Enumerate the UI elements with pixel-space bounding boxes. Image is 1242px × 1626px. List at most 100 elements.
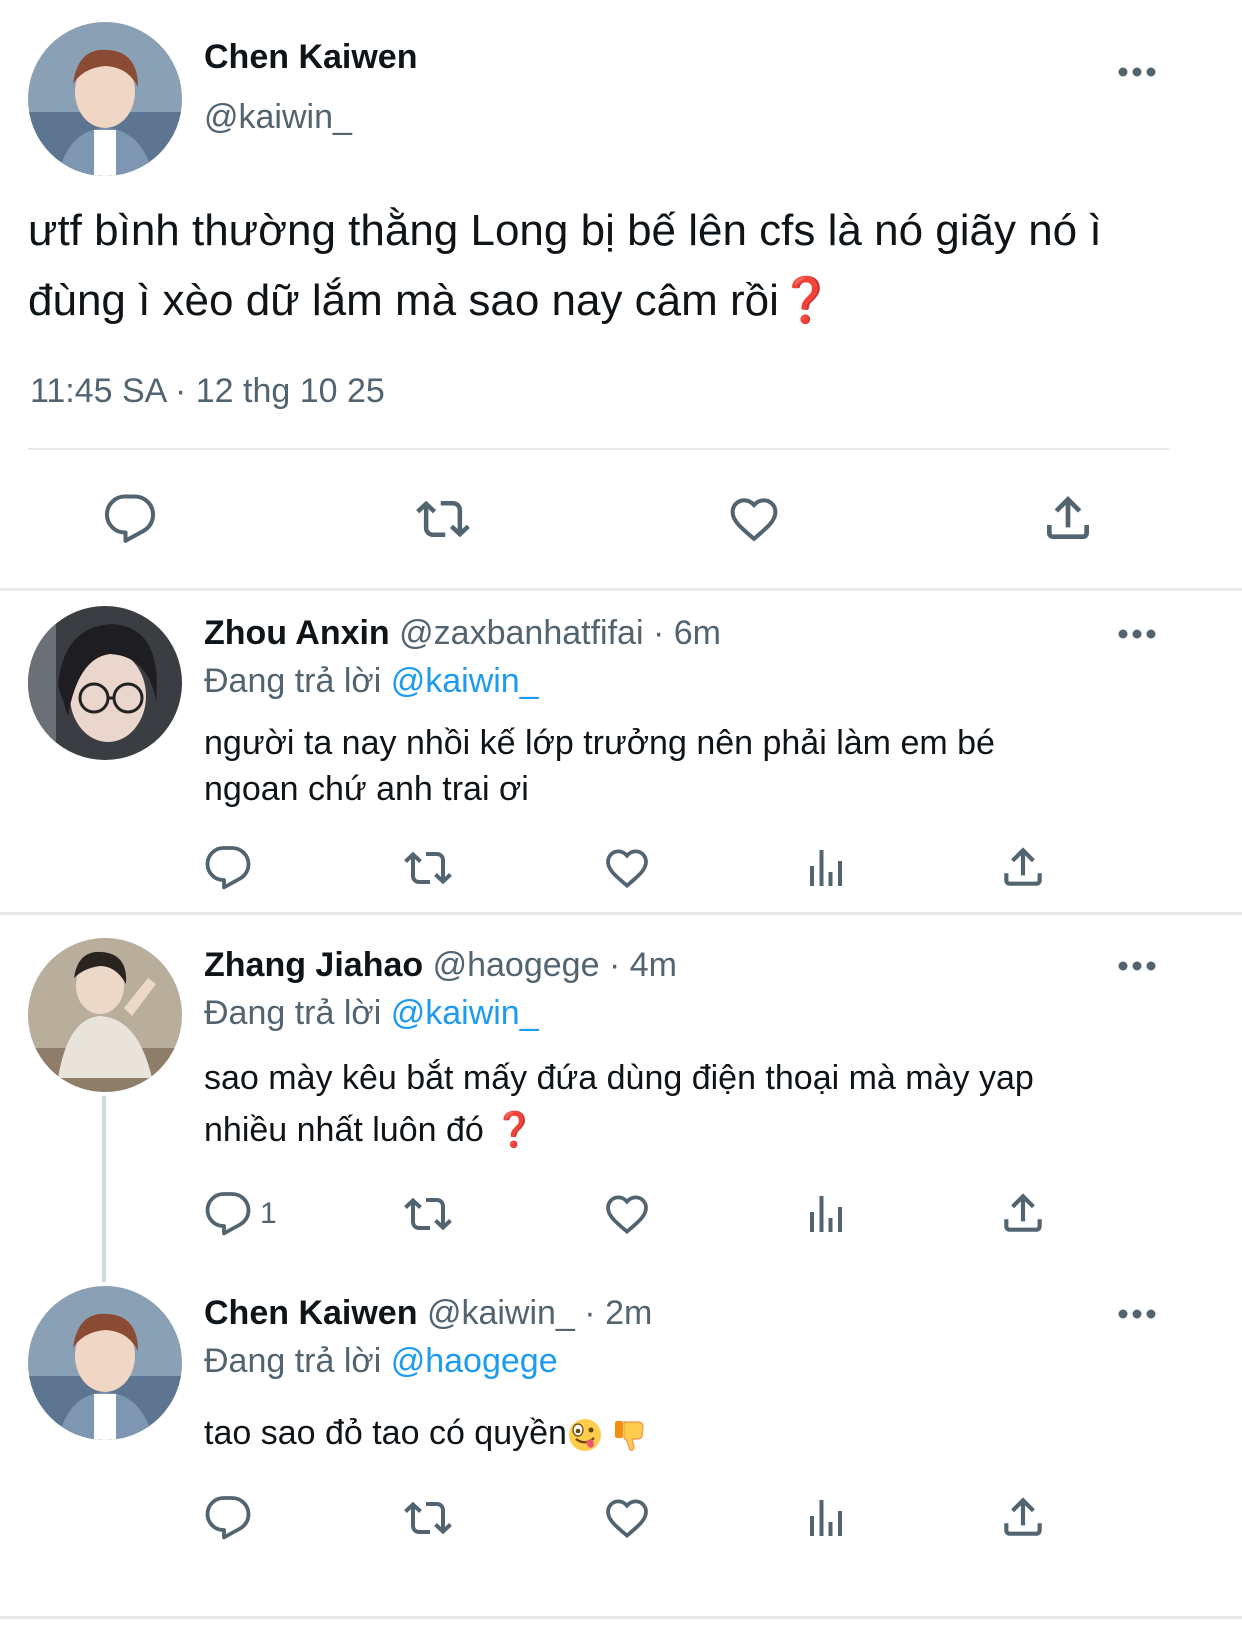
reply-2-header: Zhang Jiahao @haogege · 4m	[204, 946, 677, 985]
main-timestamp[interactable]: 11:45 SA · 12 thg 10 25	[30, 372, 385, 411]
reply-3-time[interactable]: 2m	[605, 1294, 652, 1332]
reply-2-replying-handle[interactable]: @kaiwin_	[391, 994, 539, 1032]
avatar-reply-1[interactable]	[28, 606, 182, 760]
retweet-icon	[404, 1501, 452, 1535]
reply-3-divider	[0, 1616, 1242, 1619]
reply-2-text-line2: nhiều nhất luôn đó	[204, 1111, 484, 1149]
question-emoji: ❓	[778, 276, 834, 325]
reply-2-reply-count: 1	[260, 1197, 277, 1230]
share-icon	[1004, 1497, 1042, 1536]
reply-1-replying-handle[interactable]: @kaiwin_	[391, 662, 539, 700]
views-icon	[810, 1196, 842, 1232]
reply-3-retweet-button[interactable]	[400, 1494, 456, 1542]
reply-3-text-line1: tao sao đỏ tao có quyền	[204, 1414, 567, 1452]
reply-icon	[205, 1496, 251, 1540]
main-share-button[interactable]	[1040, 490, 1096, 546]
reply-2-text-line2-wrap: nhiều nhất luôn đó ❓	[204, 1104, 1034, 1156]
reply-1-views-button[interactable]	[802, 844, 850, 892]
avatar-reply-3[interactable]	[28, 1286, 182, 1440]
views-icon	[810, 1500, 842, 1536]
zany-face-emoji	[568, 1419, 601, 1452]
like-icon	[606, 1499, 648, 1539]
reply-3-header: Chen Kaiwen @kaiwin_ · 2m	[204, 1294, 652, 1333]
reply-1-separator: ·	[652, 614, 665, 652]
main-bottom-divider	[0, 588, 1242, 591]
main-more-icon[interactable]	[1117, 66, 1157, 78]
reply-icon	[205, 846, 251, 890]
reply-2-author-name[interactable]: Zhang Jiahao	[204, 946, 423, 984]
question-emoji: ❓	[493, 1111, 536, 1149]
reply-3-views-button[interactable]	[802, 1494, 850, 1542]
thumbs-down-emoji	[615, 1421, 645, 1451]
reply-1-author-name[interactable]: Zhou Anxin	[204, 614, 390, 652]
reply-1-replying-prefix: Đang trả lời	[204, 662, 382, 700]
reply-2-more-icon[interactable]	[1117, 960, 1157, 972]
reply-2-separator: ·	[608, 946, 621, 984]
main-author-name[interactable]: Chen Kaiwen	[204, 38, 417, 77]
reply-1-text-line2: ngoan chứ anh trai ơi	[204, 770, 529, 808]
thread-line	[102, 1096, 106, 1282]
main-retweet-button[interactable]	[412, 492, 474, 546]
reply-2-like-button[interactable]	[602, 1190, 652, 1238]
reply-2-views-button[interactable]	[802, 1190, 850, 1238]
retweet-icon	[416, 500, 470, 538]
like-icon	[606, 1195, 648, 1235]
reply-1-text-line1: người ta nay nhồi kế lớp trưởng nên phải…	[204, 724, 995, 762]
reply-1-text: người ta nay nhồi kế lớp trưởng nên phải…	[204, 720, 995, 812]
avatar-zhou-anxin-icon	[28, 606, 182, 760]
reply-2-text-line1: sao mày kêu bắt mấy đứa dùng điện thoại …	[204, 1059, 1034, 1097]
retweet-icon	[404, 851, 452, 885]
reply-3-reply-button[interactable]	[204, 1494, 252, 1542]
main-like-button[interactable]	[726, 492, 782, 546]
reply-2-replying-prefix: Đang trả lời	[204, 994, 382, 1032]
avatar-reply-2[interactable]	[28, 938, 182, 1092]
main-tweet-text-body: ưtf bình thường thằng Long bị bế lên cfs…	[28, 206, 1102, 325]
avatar-chen-kaiwen-icon	[28, 22, 182, 176]
views-icon	[810, 850, 842, 886]
reply-icon	[205, 1192, 251, 1236]
reply-3-handle[interactable]: @kaiwin_	[427, 1294, 575, 1332]
reply-3-text: tao sao đỏ tao có quyền	[204, 1410, 648, 1456]
reply-3-more-icon[interactable]	[1117, 1308, 1157, 1320]
reply-3-share-button[interactable]	[998, 1492, 1048, 1542]
main-author-handle[interactable]: @kaiwin_	[204, 98, 352, 137]
reply-3-separator: ·	[584, 1294, 596, 1332]
reply-1-time[interactable]: 6m	[674, 614, 721, 652]
reply-3-author-name[interactable]: Chen Kaiwen	[204, 1294, 417, 1332]
reply-1-handle[interactable]: @zaxbanhatfifai	[399, 614, 643, 652]
main-time: 11:45 SA	[30, 372, 166, 410]
main-date: 12 thg 10 25	[195, 372, 385, 410]
avatar-main[interactable]	[28, 22, 182, 176]
reply-2-time[interactable]: 4m	[630, 946, 677, 984]
main-tweet-text: ưtf bình thường thằng Long bị bế lên cfs…	[28, 196, 1198, 336]
reply-1-replying-to: Đang trả lời @kaiwin_	[204, 662, 539, 701]
reply-1-share-button[interactable]	[998, 842, 1048, 892]
main-divider	[28, 448, 1169, 450]
main-time-separator: ·	[174, 372, 187, 410]
avatar-zhang-jiahao-icon	[28, 938, 182, 1092]
like-icon	[730, 498, 778, 542]
reply-1-divider	[0, 912, 1242, 915]
share-icon	[1004, 847, 1042, 886]
retweet-icon	[404, 1197, 452, 1231]
reply-2-handle[interactable]: @haogege	[433, 946, 600, 984]
reply-2-retweet-button[interactable]	[400, 1190, 456, 1238]
reply-2-replying-to: Đang trả lời @kaiwin_	[204, 994, 539, 1033]
reply-3-replying-to: Đang trả lời @haogege	[204, 1342, 558, 1381]
reply-icon	[104, 494, 156, 543]
like-icon	[606, 849, 648, 889]
reply-1-reply-button[interactable]	[204, 844, 252, 892]
reply-1-more-icon[interactable]	[1117, 628, 1157, 640]
reply-2-share-button[interactable]	[998, 1188, 1048, 1238]
reply-3-like-button[interactable]	[602, 1494, 652, 1542]
share-icon	[1047, 496, 1089, 539]
share-icon	[1004, 1193, 1042, 1232]
reply-3-replying-prefix: Đang trả lời	[204, 1342, 382, 1380]
main-reply-button[interactable]	[103, 492, 157, 546]
reply-1-like-button[interactable]	[602, 844, 652, 892]
reply-2-reply-button[interactable]: 1	[204, 1190, 277, 1238]
reply-2-text: sao mày kêu bắt mấy đứa dùng điện thoại …	[204, 1052, 1034, 1156]
reply-1-retweet-button[interactable]	[400, 844, 456, 892]
reply-3-replying-handle[interactable]: @haogege	[391, 1342, 558, 1380]
reply-1-header: Zhou Anxin @zaxbanhatfifai · 6m	[204, 614, 721, 653]
